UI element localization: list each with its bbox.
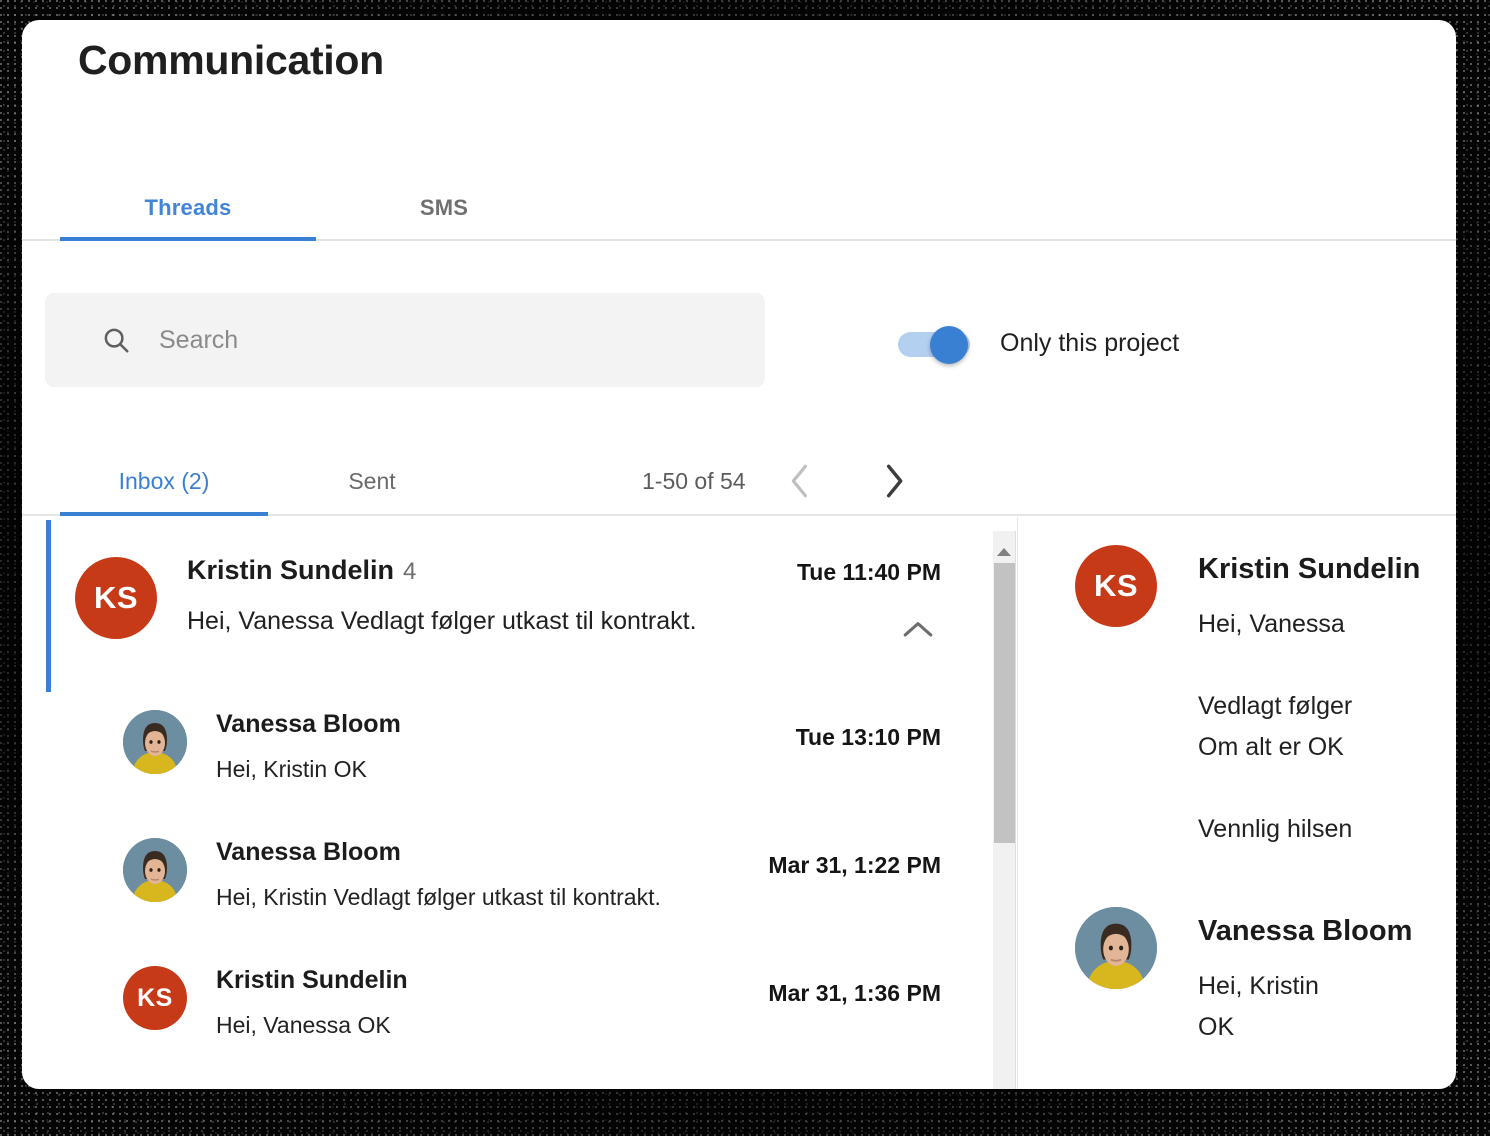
tab-threads[interactable]: Threads bbox=[60, 175, 316, 241]
search-icon bbox=[101, 325, 131, 355]
thread-list[interactable]: KS Kristin Sundelin 4 Hei, Vanessa Vedlag… bbox=[22, 517, 968, 1089]
avatar bbox=[123, 838, 187, 902]
list-item[interactable]: Vanessa Bloom Hei, Kristin Vedlagt følge… bbox=[22, 830, 968, 944]
message-sender: Vanessa Bloom bbox=[216, 710, 401, 738]
thread-sender: Kristin Sundelin 4 bbox=[187, 555, 416, 586]
message-preview: Hei, Kristin Vedlagt følger utkast til k… bbox=[216, 884, 661, 910]
tab-sent[interactable]: Sent bbox=[268, 448, 476, 514]
avatar-initials: KS bbox=[75, 557, 157, 639]
only-this-project-toggle[interactable] bbox=[898, 326, 970, 364]
page-range-label: 1-50 of 54 bbox=[642, 467, 746, 494]
list-item[interactable]: KS Kristin Sundelin Hei, Vanessa OK Mar … bbox=[22, 958, 968, 1072]
scrollbar-thumb[interactable] bbox=[994, 563, 1015, 843]
avatar bbox=[1075, 907, 1157, 989]
only-this-project-toggle-group[interactable]: Only this project bbox=[898, 320, 1179, 366]
avatar-initials: KS bbox=[123, 966, 187, 1030]
thread-sender-name: Kristin Sundelin bbox=[187, 555, 395, 585]
avatar: KS bbox=[123, 966, 187, 1030]
detail-body: Hei, Kristin OK bbox=[1198, 972, 1319, 1041]
primary-tab-bar: Threads SMS bbox=[22, 175, 1456, 243]
page-title: Communication bbox=[78, 37, 384, 83]
detail-sender: Kristin Sundelin bbox=[1198, 553, 1421, 585]
thread-header-row[interactable]: KS Kristin Sundelin 4 Hei, Vanessa Vedlag… bbox=[22, 537, 968, 673]
tab-inbox[interactable]: Inbox (2) bbox=[60, 448, 268, 514]
toggle-label: Only this project bbox=[1000, 328, 1180, 357]
detail-body: Hei, Vanessa Vedlagt følger Om alt er OK… bbox=[1198, 610, 1353, 843]
avatar bbox=[123, 710, 187, 774]
message-time: Mar 31, 1:22 PM bbox=[768, 852, 941, 878]
mailbox-active-indicator bbox=[60, 512, 268, 516]
thread-time: Tue 11:40 PM bbox=[796, 559, 941, 585]
prev-page-button[interactable] bbox=[770, 453, 830, 509]
search-box[interactable] bbox=[45, 293, 765, 387]
thread-message-count: 4 bbox=[403, 558, 417, 585]
next-page-button[interactable] bbox=[864, 453, 924, 509]
message-time: Mar 31, 1:36 PM bbox=[768, 980, 941, 1006]
avatar: KS bbox=[1075, 545, 1157, 627]
avatar: KS bbox=[75, 557, 157, 639]
list-item[interactable]: Vanessa Bloom Hei, Kristin OK Tue 13:10 … bbox=[22, 702, 968, 816]
thread-preview: Hei, Vanessa Vedlagt følger utkast til k… bbox=[187, 607, 697, 635]
tab-active-indicator bbox=[60, 237, 316, 241]
search-input[interactable] bbox=[159, 325, 741, 355]
content-area: KS Kristin Sundelin 4 Hei, Vanessa Vedlag… bbox=[22, 517, 1456, 1089]
mailbox-tab-bar: Inbox (2) Sent 1-50 of 54 bbox=[22, 448, 1456, 518]
message-sender: Vanessa Bloom bbox=[216, 838, 401, 866]
message-time: Tue 13:10 PM bbox=[795, 724, 941, 750]
message-sender: Kristin Sundelin bbox=[216, 966, 408, 994]
avatar-photo bbox=[123, 838, 187, 902]
avatar-photo bbox=[123, 710, 187, 774]
thread-list-scrollbar[interactable] bbox=[993, 531, 1016, 1089]
tab-sms[interactable]: SMS bbox=[316, 175, 572, 241]
detail-sender: Vanessa Bloom bbox=[1198, 915, 1413, 947]
avatar-initials: KS bbox=[1075, 545, 1157, 627]
avatar-photo bbox=[1075, 907, 1157, 989]
toggle-knob[interactable] bbox=[930, 326, 968, 364]
message-preview: Hei, Kristin OK bbox=[216, 756, 367, 782]
pagination: 1-50 of 54 bbox=[642, 448, 924, 514]
chevron-up-icon[interactable] bbox=[898, 615, 938, 645]
communication-card: Communication Threads SMS Only this proj… bbox=[22, 20, 1456, 1089]
message-preview: Hei, Vanessa OK bbox=[216, 1012, 391, 1038]
triangle-up-icon[interactable] bbox=[993, 541, 1015, 563]
message-detail-pane: KS Kristin Sundelin Hei, Vanessa Vedlagt… bbox=[1017, 517, 1456, 1089]
